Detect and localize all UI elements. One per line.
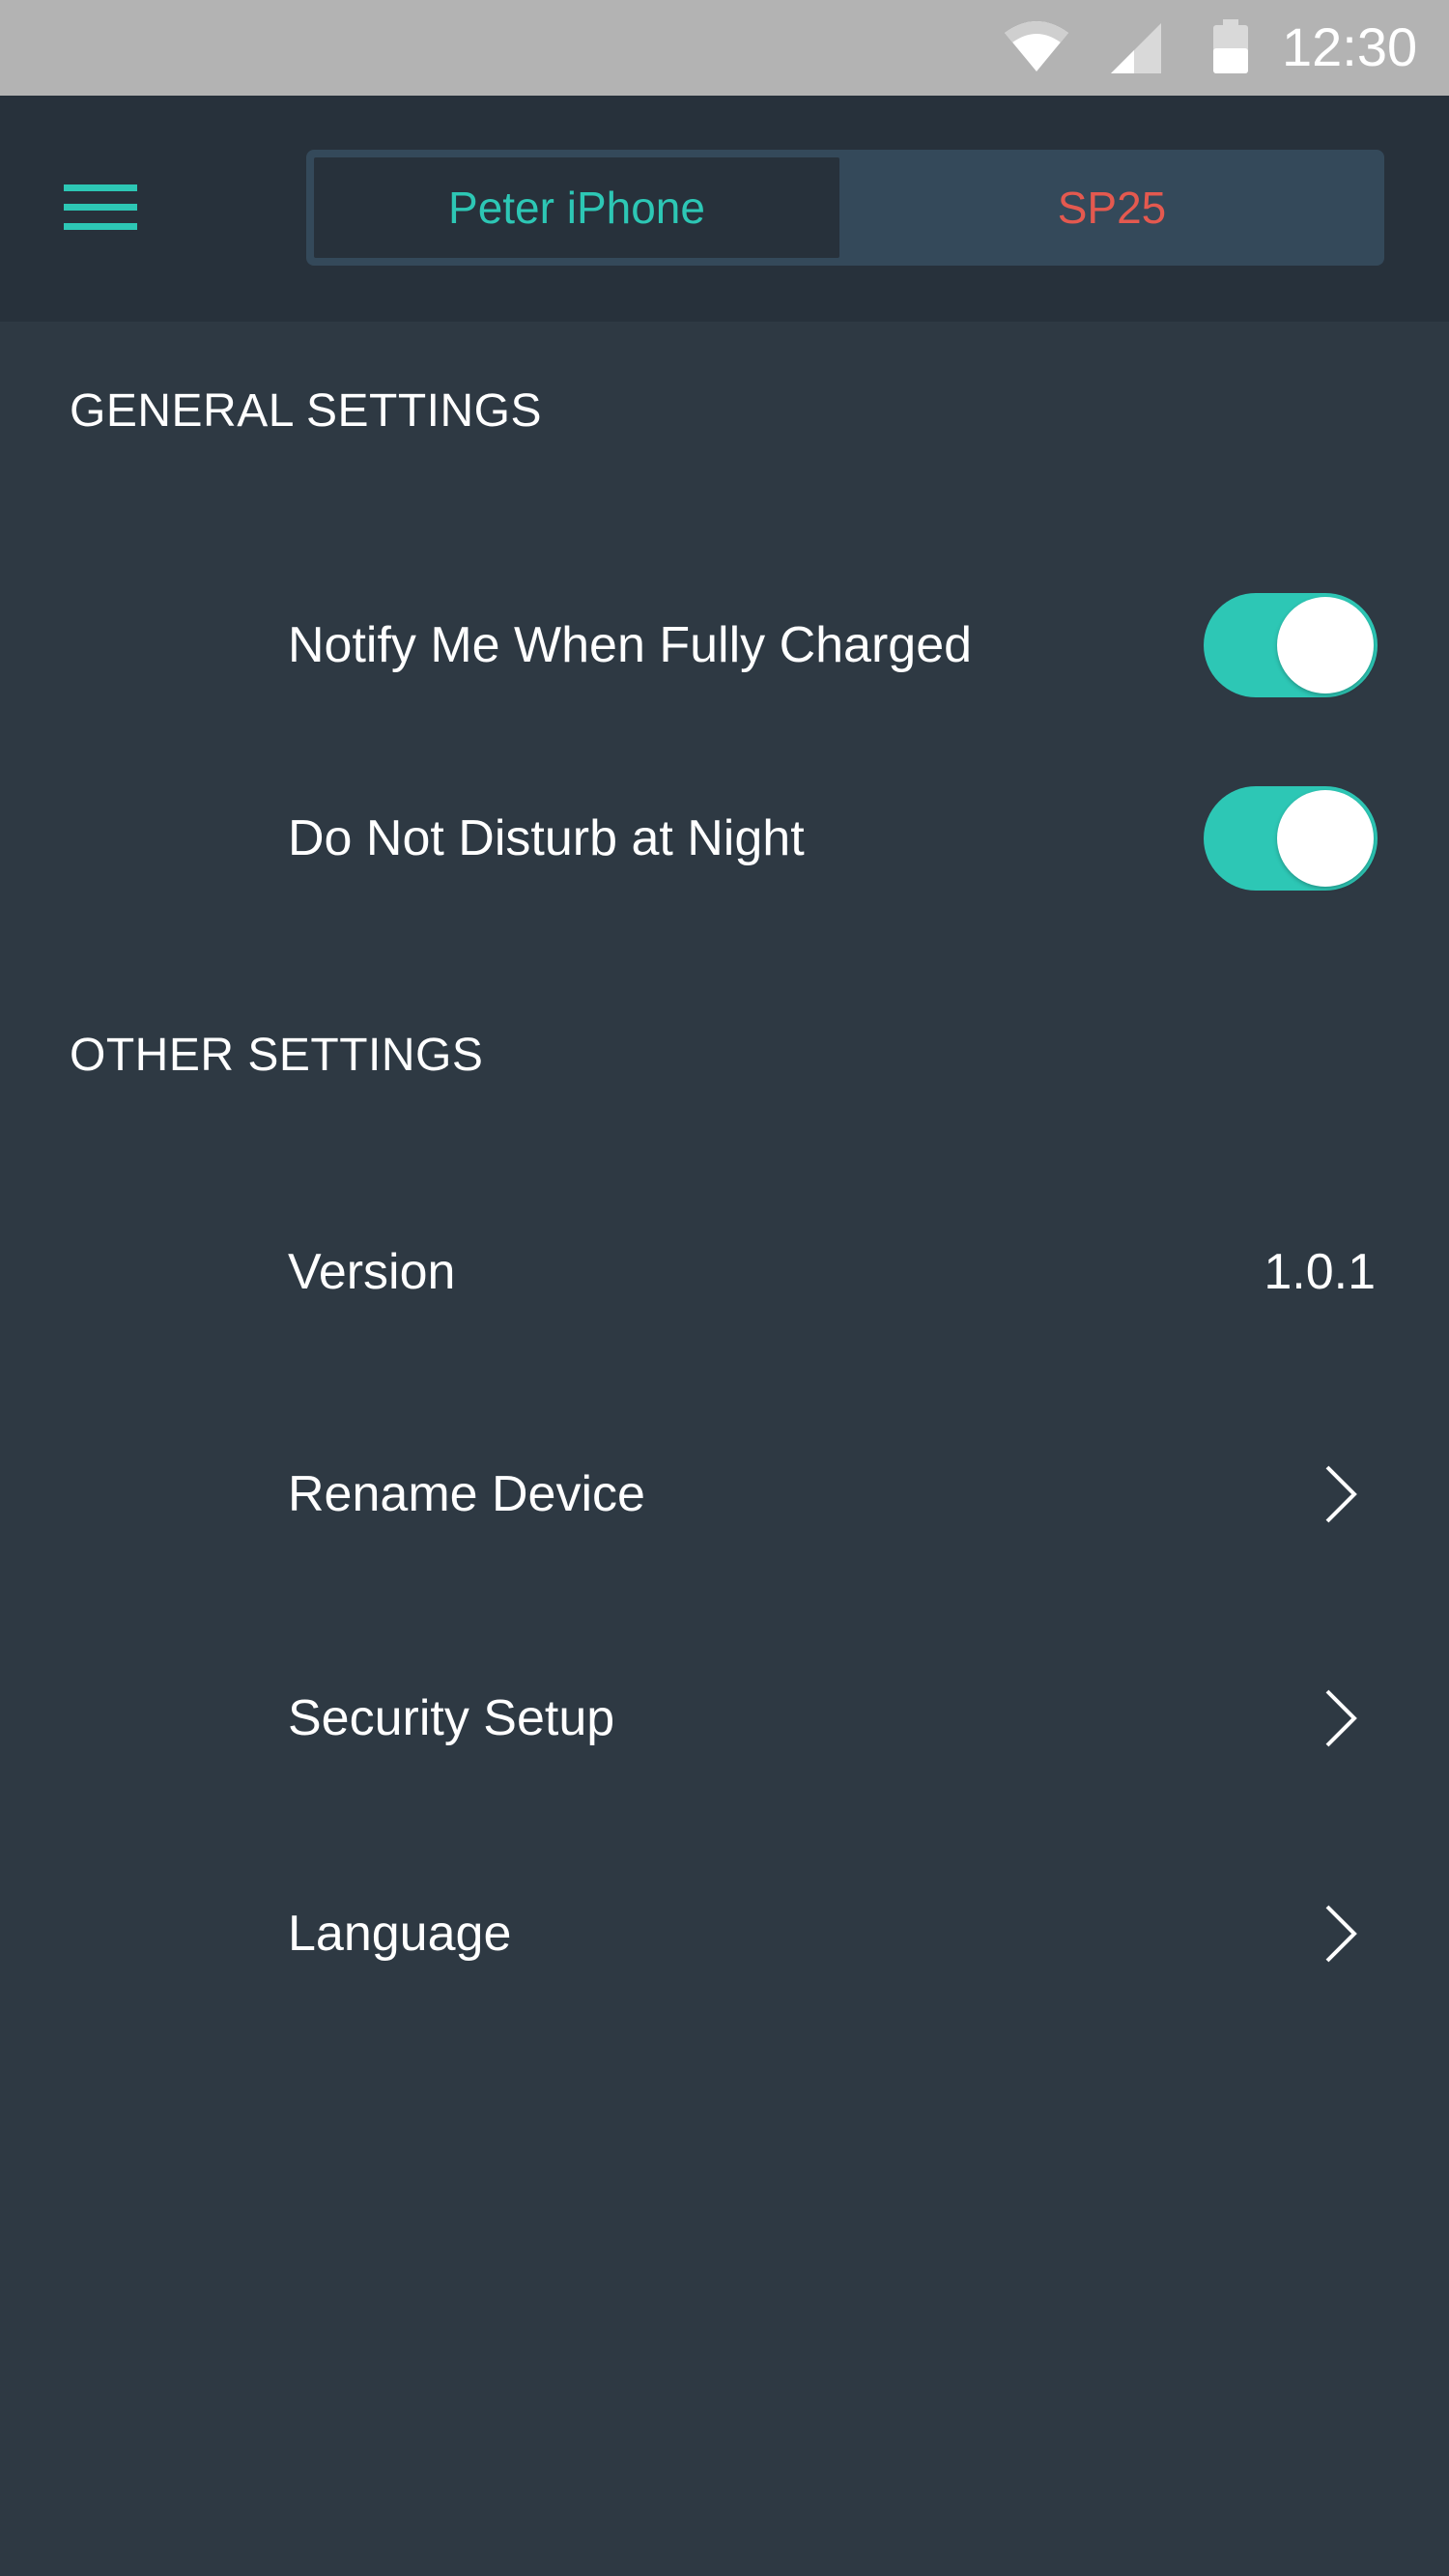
setting-row-language[interactable]: Language: [288, 1881, 1389, 1987]
header: Peter iPhone SP25: [0, 96, 1449, 322]
hamburger-menu-icon[interactable]: [48, 177, 145, 254]
device-switcher: Peter iPhone SP25: [306, 150, 1384, 266]
notify-charged-toggle[interactable]: [1204, 593, 1378, 697]
general-settings-title: GENERAL SETTINGS: [70, 385, 542, 437]
version-value: 1.0.1: [1264, 1244, 1376, 1300]
wifi-icon: [1005, 21, 1068, 71]
setting-label: Rename Device: [288, 1466, 645, 1522]
battery-icon: [1213, 19, 1248, 73]
status-bar: 12:30: [0, 0, 1449, 96]
setting-row-do-not-disturb: Do Not Disturb at Night: [288, 785, 1389, 892]
other-settings-title: OTHER SETTINGS: [70, 1030, 484, 1081]
setting-label: Language: [288, 1906, 512, 1962]
signal-icon: [1111, 23, 1161, 73]
setting-label: Security Setup: [288, 1690, 615, 1746]
status-time: 12:30: [1282, 16, 1418, 77]
setting-row-rename-device[interactable]: Rename Device: [288, 1441, 1389, 1547]
setting-row-notify-charged: Notify Me When Fully Charged: [288, 592, 1389, 698]
setting-label: Notify Me When Fully Charged: [288, 617, 973, 673]
setting-row-security-setup[interactable]: Security Setup: [288, 1665, 1389, 1771]
tab-peter-iphone[interactable]: Peter iPhone: [314, 157, 839, 258]
chevron-right-icon: [1325, 1465, 1357, 1523]
chevron-right-icon: [1325, 1689, 1357, 1747]
setting-label: Version: [288, 1244, 456, 1300]
chevron-right-icon: [1325, 1905, 1357, 1963]
setting-row-version: Version 1.0.1: [288, 1219, 1389, 1325]
setting-label: Do Not Disturb at Night: [288, 810, 805, 866]
do-not-disturb-toggle[interactable]: [1204, 786, 1378, 891]
tab-sp25[interactable]: SP25: [839, 150, 1384, 266]
